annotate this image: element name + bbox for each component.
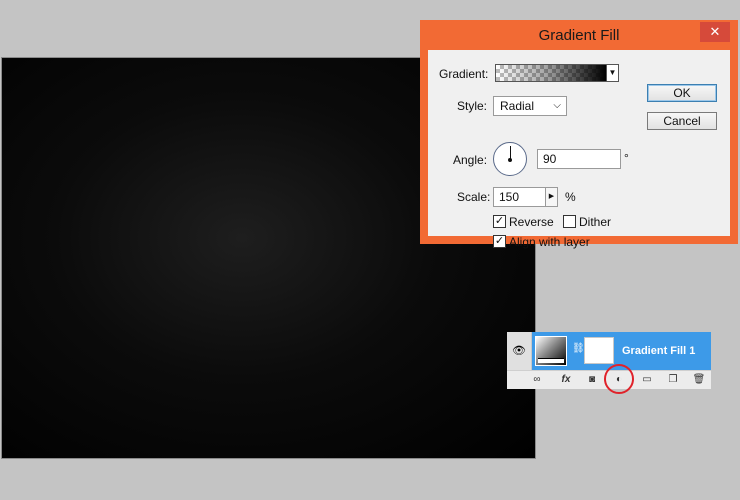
reverse-label: Reverse: [509, 215, 554, 229]
chevron-down-icon: ⌵: [553, 100, 561, 111]
ok-button[interactable]: OK: [647, 84, 717, 102]
highlight-circle: [604, 364, 634, 394]
new-layer-icon[interactable]: ❐: [665, 373, 681, 387]
dither-checkbox[interactable]: [563, 215, 576, 228]
angle-label: Angle:: [453, 153, 488, 167]
trash-icon[interactable]: 🗑: [691, 373, 707, 387]
scale-input[interactable]: 150: [493, 187, 546, 207]
gradient-fill-dialog: Gradient Fill ✕ Gradient: ▼ Style: Radia…: [420, 20, 738, 249]
gradient-thumbnail[interactable]: [535, 336, 567, 366]
angle-dial[interactable]: [493, 142, 527, 176]
scale-slider-button[interactable]: ▶: [545, 187, 558, 207]
style-label: Style:: [457, 99, 488, 113]
fx-icon[interactable]: fx: [558, 373, 574, 387]
mask-thumbnail[interactable]: [584, 337, 614, 364]
chevron-down-icon: ▼: [608, 68, 617, 77]
checkmark-icon: ✓: [494, 215, 505, 227]
gradient-picker[interactable]: [495, 64, 607, 82]
gradient-thumbnail-bar: [538, 358, 564, 363]
dialog-body: Gradient: ▼ Style: Radial ⌵ Angle: 90 ° …: [428, 50, 730, 249]
add-mask-icon[interactable]: ◙: [584, 373, 600, 387]
chevron-right-icon: ▶: [548, 193, 555, 200]
reverse-checkbox[interactable]: ✓: [493, 215, 506, 228]
percent-symbol: %: [565, 190, 576, 204]
dialog-titlebar[interactable]: Gradient Fill ✕: [420, 20, 738, 50]
folder-icon[interactable]: ▭: [639, 373, 655, 387]
degree-symbol: °: [624, 151, 629, 165]
scale-label: Scale:: [457, 190, 491, 204]
style-value: Radial: [500, 99, 535, 113]
eye-icon[interactable]: 👁: [507, 332, 532, 370]
layer-name[interactable]: Gradient Fill 1: [622, 345, 695, 357]
close-button[interactable]: ✕: [700, 22, 730, 42]
gradient-dropdown-button[interactable]: ▼: [607, 64, 619, 82]
link-icon[interactable]: ∞: [529, 373, 545, 387]
align-with-layer-checkbox[interactable]: ✓: [493, 235, 506, 248]
dialog-title: Gradient Fill: [538, 27, 620, 44]
gradient-label: Gradient:: [439, 67, 489, 81]
align-with-layer-label: Align with layer: [509, 235, 590, 249]
style-select[interactable]: Radial ⌵: [493, 96, 567, 116]
link-icon[interactable]: ⛓: [572, 343, 585, 357]
angle-dial-center: [508, 158, 512, 162]
dither-label: Dither: [579, 215, 612, 229]
angle-input[interactable]: 90: [537, 149, 621, 169]
layer-row[interactable]: 👁 ⛓ Gradient Fill 1: [507, 332, 711, 370]
checkmark-icon: ✓: [494, 235, 505, 247]
cancel-button[interactable]: Cancel: [647, 112, 717, 130]
